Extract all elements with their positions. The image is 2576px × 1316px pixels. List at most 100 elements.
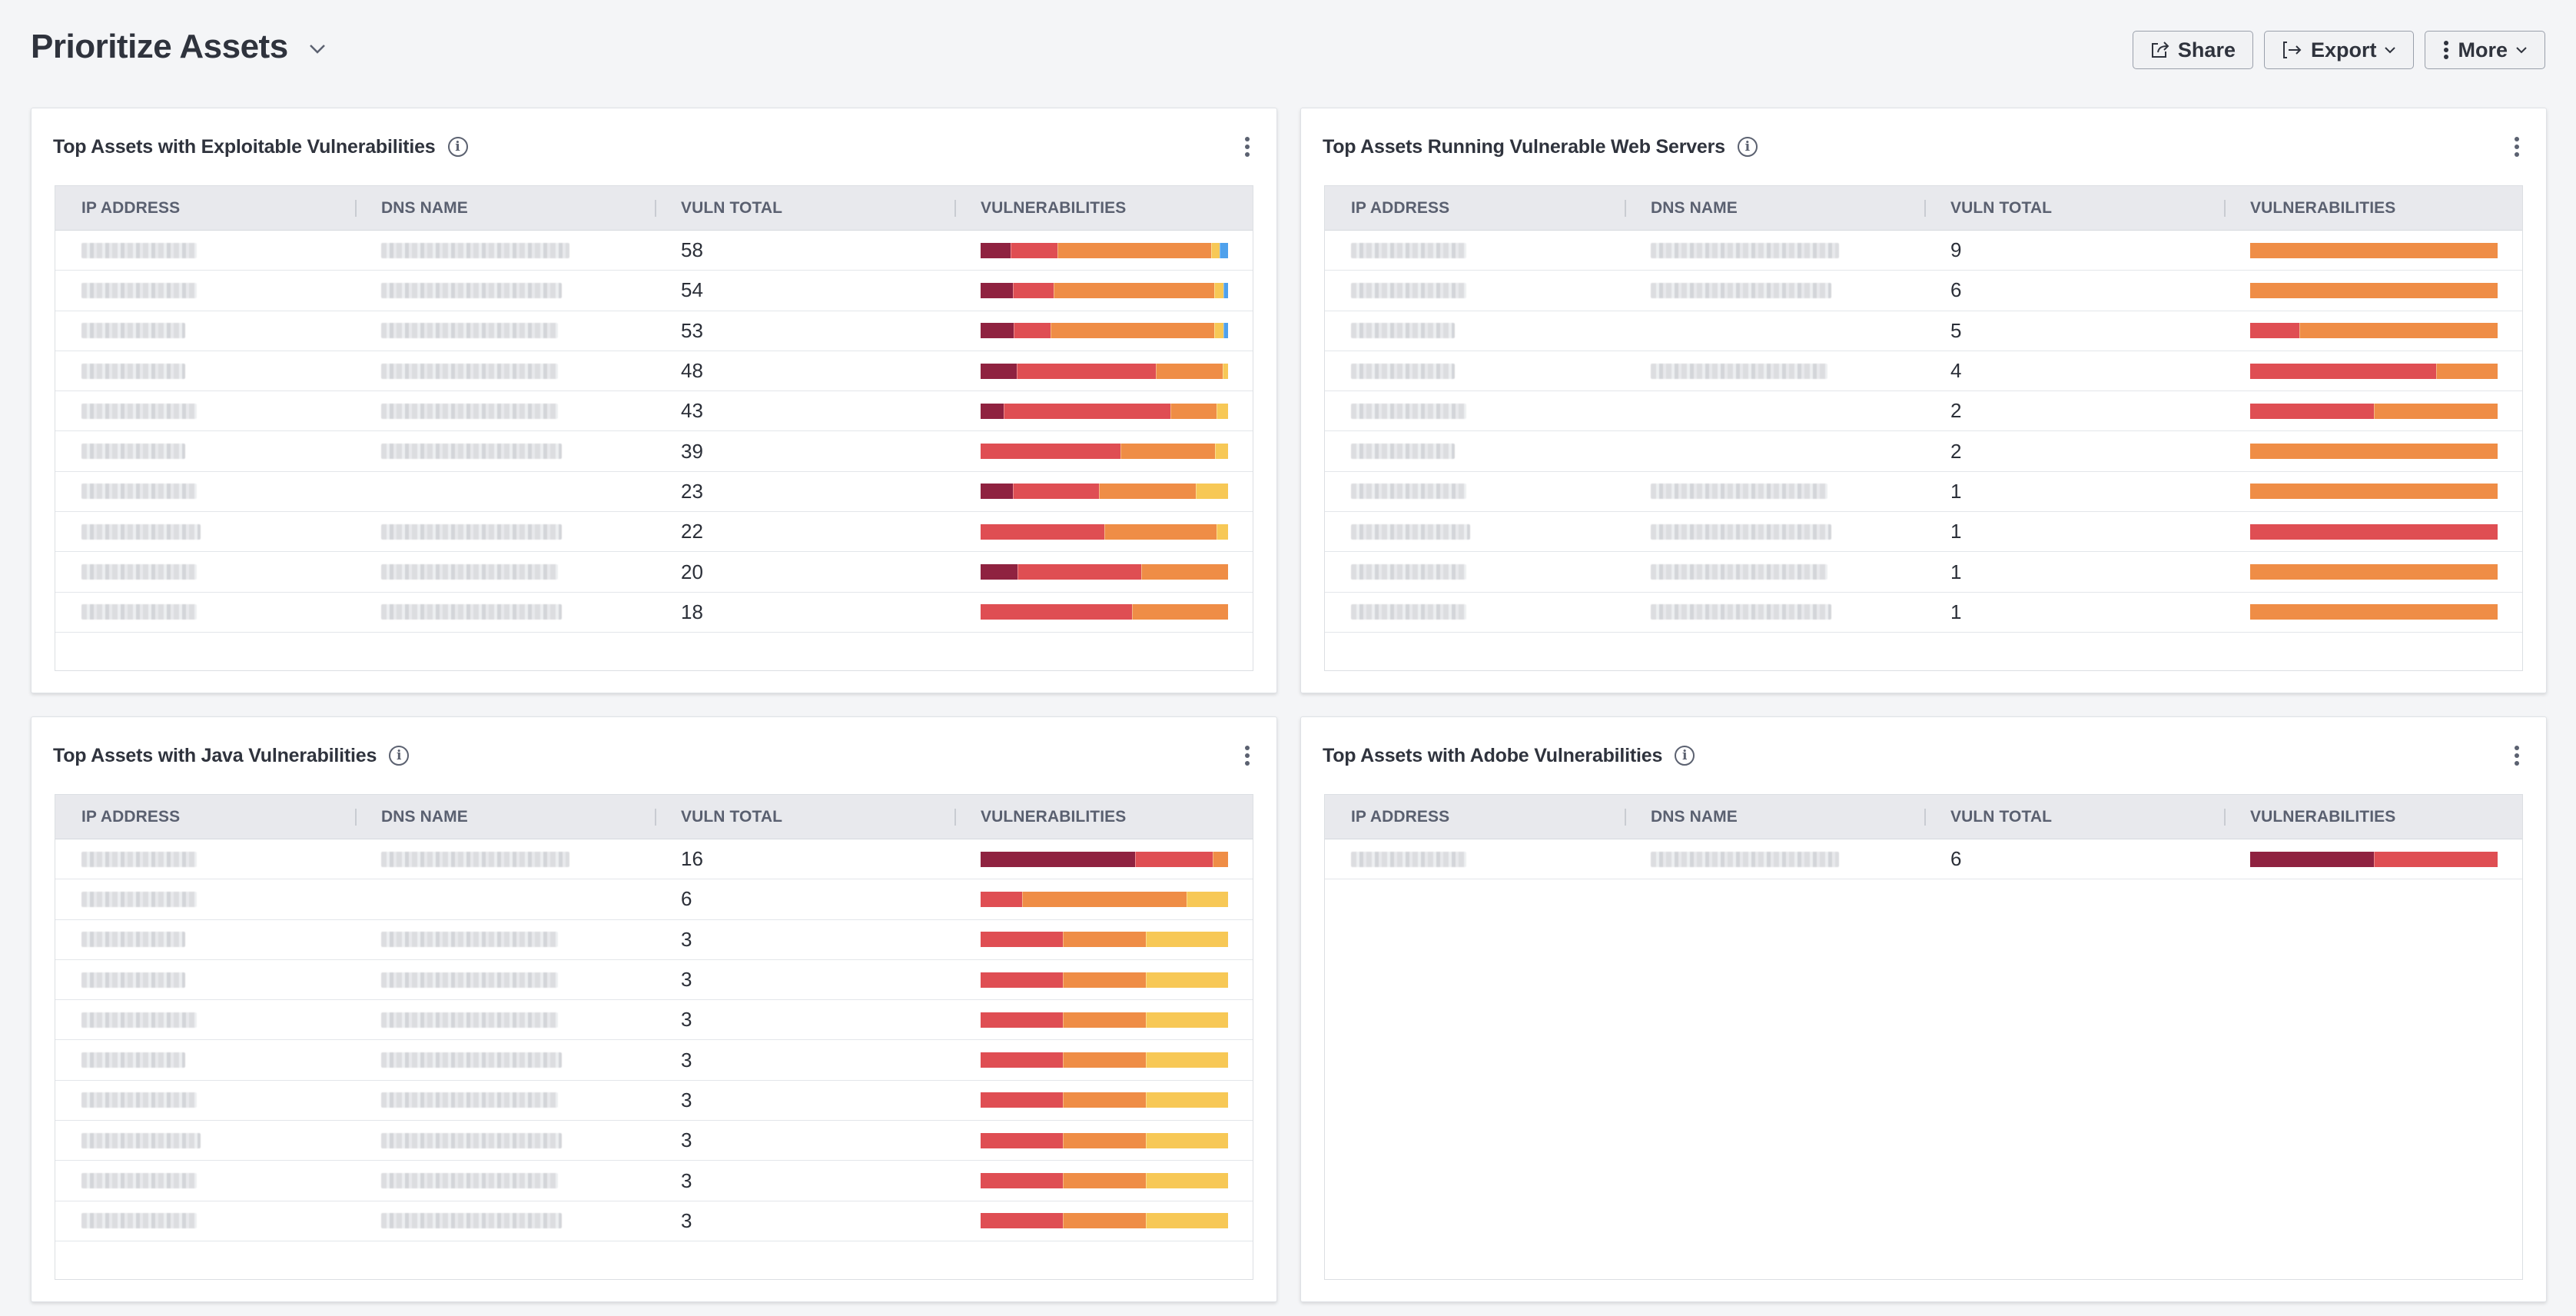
severity-bar[interactable]: [981, 444, 1228, 460]
info-icon[interactable]: i: [447, 137, 468, 157]
severity-segment-medium[interactable]: [1063, 972, 1146, 988]
vulnerabilities-column-header[interactable]: VULNERABILITIES: [954, 186, 1253, 230]
table-row[interactable]: 3: [55, 1081, 1253, 1122]
severity-segment-high[interactable]: [981, 1092, 1064, 1108]
severity-segment-medium[interactable]: [1057, 242, 1211, 258]
table-row[interactable]: 6: [55, 879, 1253, 920]
severity-segment-low[interactable]: [1214, 282, 1224, 298]
vulnerabilities-column-header[interactable]: VULNERABILITIES: [2224, 795, 2522, 839]
severity-segment-low[interactable]: [1210, 242, 1220, 258]
severity-segment-critical[interactable]: [981, 851, 1136, 867]
table-row[interactable]: 53: [55, 311, 1253, 351]
severity-segment-medium[interactable]: [1063, 1052, 1146, 1068]
severity-segment-medium[interactable]: [2250, 604, 2498, 620]
severity-segment-high[interactable]: [981, 444, 1120, 460]
table-row[interactable]: 1: [1325, 512, 2522, 553]
severity-segment-critical[interactable]: [981, 242, 1011, 258]
severity-bar[interactable]: [981, 604, 1228, 620]
severity-bar[interactable]: [981, 403, 1228, 419]
table-row[interactable]: 48: [55, 351, 1253, 392]
page-title[interactable]: Prioritize Assets: [31, 28, 328, 66]
severity-bar[interactable]: [2250, 523, 2498, 540]
info-icon[interactable]: i: [389, 746, 410, 766]
table-row[interactable]: 3: [55, 1040, 1253, 1081]
severity-bar[interactable]: [2250, 851, 2498, 867]
table-row[interactable]: 6: [1325, 271, 2522, 311]
severity-segment-high[interactable]: [981, 1173, 1064, 1189]
severity-segment-high[interactable]: [1010, 242, 1057, 258]
severity-bar[interactable]: [2250, 564, 2498, 580]
info-icon[interactable]: i: [1737, 137, 1758, 157]
widget-menu-button[interactable]: [1240, 742, 1255, 769]
more-button[interactable]: More: [2425, 31, 2545, 69]
table-row[interactable]: 1: [1325, 593, 2522, 633]
severity-segment-low[interactable]: [1145, 1132, 1228, 1148]
severity-segment-medium[interactable]: [1104, 523, 1217, 540]
severity-segment-medium[interactable]: [1063, 1092, 1146, 1108]
severity-segment-high[interactable]: [1012, 282, 1054, 298]
table-row[interactable]: 2: [1325, 431, 2522, 472]
table-row[interactable]: 58: [55, 231, 1253, 271]
severity-segment-medium[interactable]: [1021, 891, 1187, 907]
severity-bar[interactable]: [2250, 604, 2498, 620]
severity-segment-high[interactable]: [1013, 323, 1051, 339]
severity-segment-medium[interactable]: [1120, 444, 1216, 460]
severity-segment-high[interactable]: [1016, 363, 1157, 379]
severity-segment-low[interactable]: [1145, 932, 1228, 948]
ip-address-column-header[interactable]: IP ADDRESS: [1325, 795, 1625, 839]
table-row[interactable]: 3: [55, 1121, 1253, 1161]
severity-bar[interactable]: [981, 851, 1228, 867]
severity-bar[interactable]: [981, 1173, 1228, 1189]
dns-name-column-header[interactable]: DNS NAME: [1625, 186, 1924, 230]
ip-address-column-header[interactable]: IP ADDRESS: [55, 795, 355, 839]
severity-segment-high[interactable]: [2250, 523, 2498, 540]
severity-segment-low[interactable]: [1145, 1052, 1228, 1068]
severity-segment-medium[interactable]: [1212, 851, 1228, 867]
table-row[interactable]: 2: [1325, 391, 2522, 432]
severity-bar[interactable]: [981, 1052, 1228, 1068]
table-row[interactable]: 9: [1325, 231, 2522, 271]
severity-segment-high[interactable]: [2250, 323, 2300, 339]
vuln-total-column-header[interactable]: VULN TOTAL: [655, 795, 954, 839]
severity-segment-medium[interactable]: [2250, 444, 2498, 460]
severity-segment-high[interactable]: [981, 1052, 1064, 1068]
severity-segment-high[interactable]: [2250, 363, 2436, 379]
severity-segment-low[interactable]: [1223, 363, 1228, 379]
severity-segment-high[interactable]: [2374, 851, 2498, 867]
severity-segment-info[interactable]: [1223, 323, 1228, 339]
severity-bar[interactable]: [2250, 323, 2498, 339]
severity-segment-medium[interactable]: [1099, 484, 1196, 500]
severity-bar[interactable]: [981, 972, 1228, 988]
severity-segment-high[interactable]: [981, 1213, 1064, 1229]
severity-bar[interactable]: [2250, 484, 2498, 500]
ip-address-column-header[interactable]: IP ADDRESS: [55, 186, 355, 230]
severity-segment-medium[interactable]: [1063, 1012, 1146, 1028]
severity-bar[interactable]: [981, 363, 1228, 379]
dns-name-column-header[interactable]: DNS NAME: [355, 186, 655, 230]
severity-segment-high[interactable]: [1135, 851, 1213, 867]
table-row[interactable]: 3: [55, 1000, 1253, 1041]
table-row[interactable]: 23: [55, 472, 1253, 513]
vulnerabilities-column-header[interactable]: VULNERABILITIES: [954, 795, 1253, 839]
table-row[interactable]: 43: [55, 391, 1253, 432]
ip-address-column-header[interactable]: IP ADDRESS: [1325, 186, 1625, 230]
vulnerabilities-column-header[interactable]: VULNERABILITIES: [2224, 186, 2522, 230]
severity-segment-medium[interactable]: [2435, 363, 2498, 379]
table-row[interactable]: 4: [1325, 351, 2522, 392]
severity-segment-high[interactable]: [981, 523, 1104, 540]
severity-bar[interactable]: [2250, 444, 2498, 460]
dns-name-column-header[interactable]: DNS NAME: [1625, 795, 1924, 839]
severity-segment-critical[interactable]: [981, 323, 1014, 339]
severity-segment-low[interactable]: [1217, 403, 1228, 419]
severity-bar[interactable]: [981, 932, 1228, 948]
table-row[interactable]: 5: [1325, 311, 2522, 351]
severity-segment-medium[interactable]: [2299, 323, 2498, 339]
severity-bar[interactable]: [2250, 403, 2498, 419]
table-row[interactable]: 6: [1325, 839, 2522, 880]
table-row[interactable]: 18: [55, 593, 1253, 633]
export-button[interactable]: Export: [2263, 31, 2415, 69]
severity-segment-high[interactable]: [1003, 403, 1171, 419]
widget-menu-button[interactable]: [1240, 133, 1255, 161]
severity-segment-info[interactable]: [1219, 242, 1228, 258]
severity-segment-critical[interactable]: [981, 403, 1004, 419]
